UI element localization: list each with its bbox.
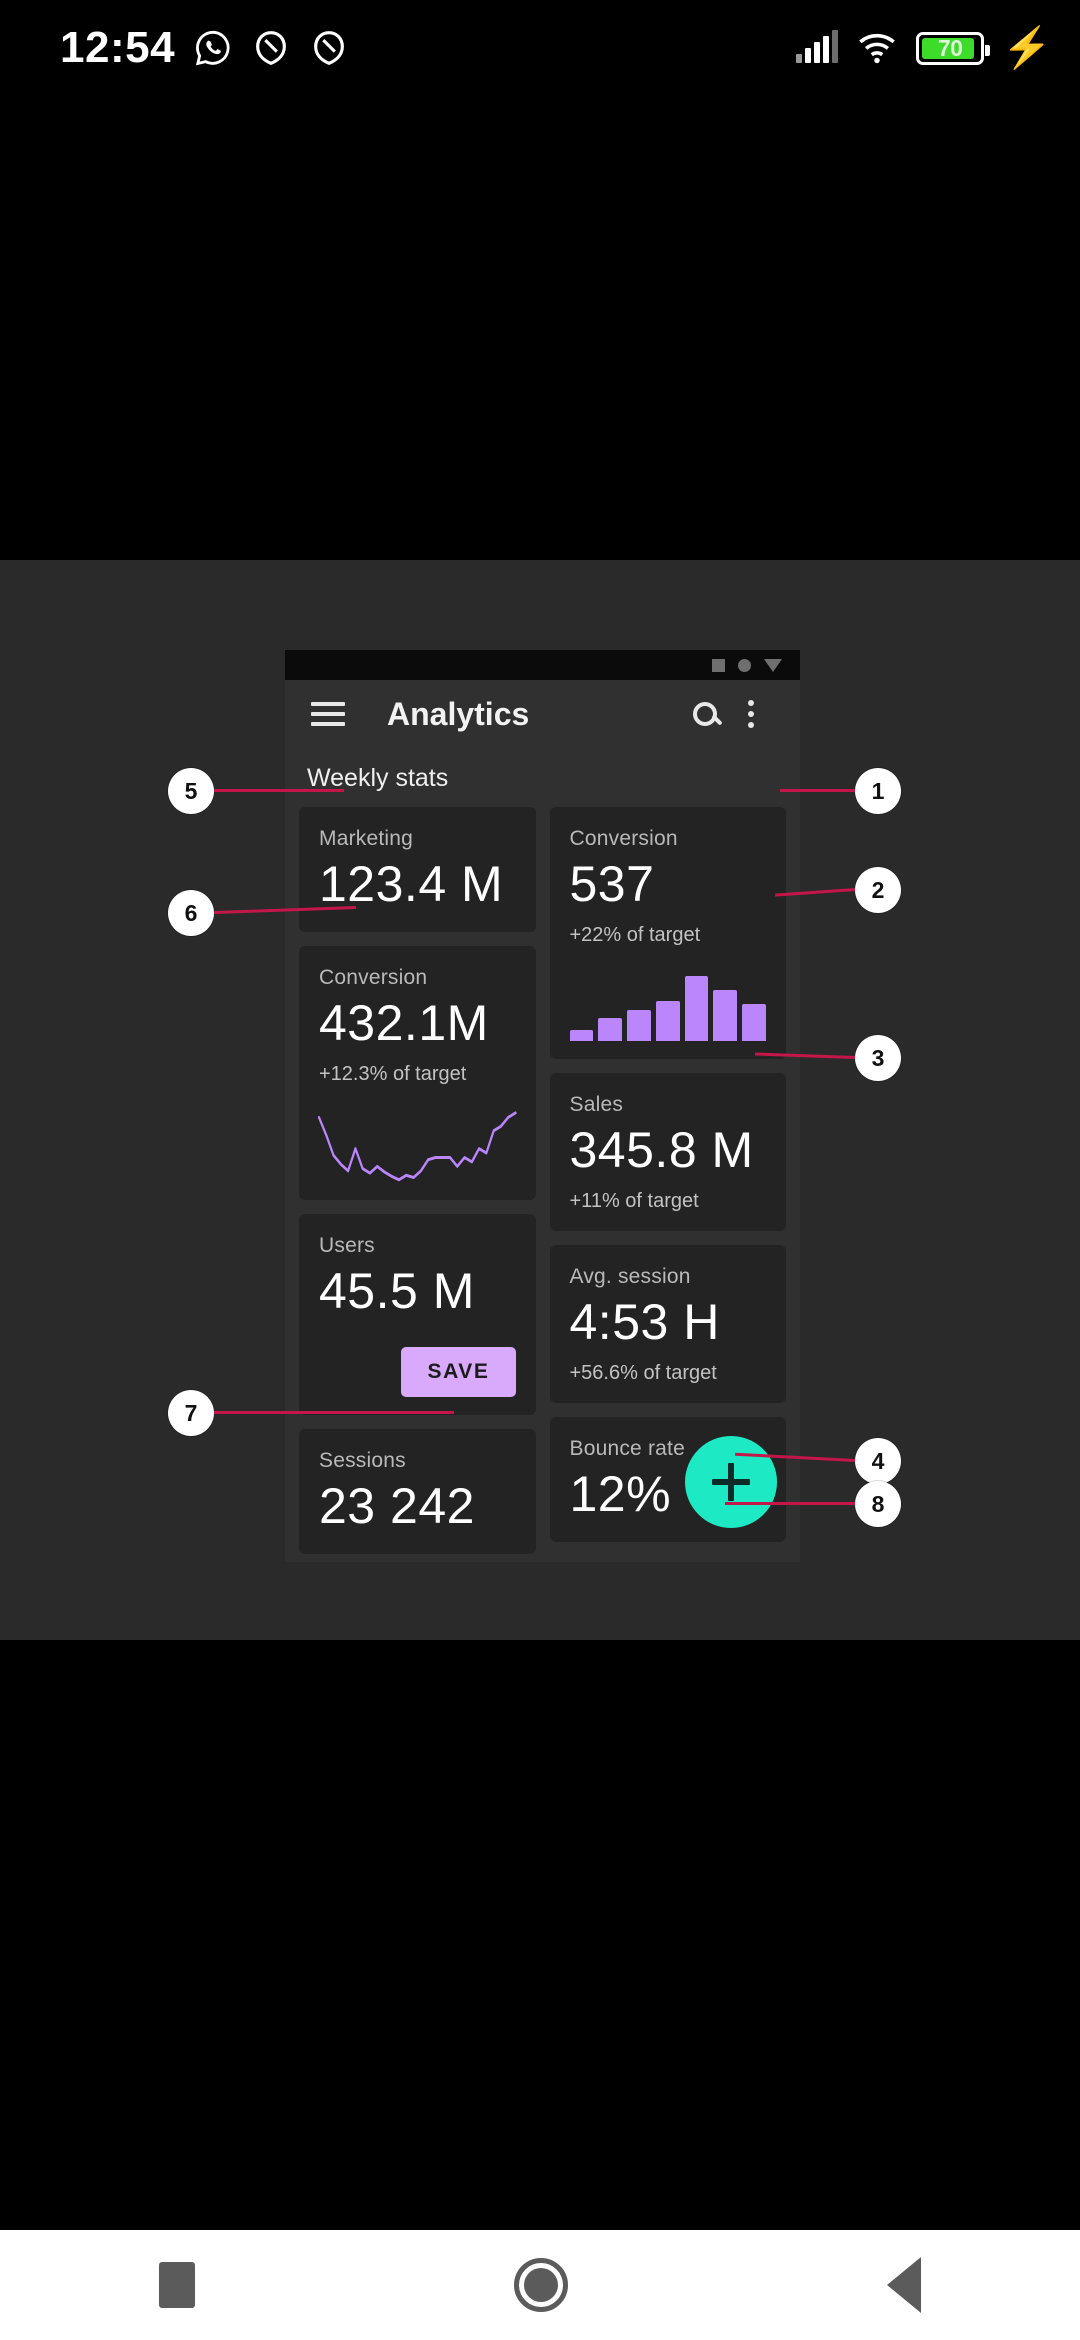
- stat-card-sessions[interactable]: Sessions 23 242: [299, 1429, 536, 1554]
- bar-segment: [655, 1000, 680, 1041]
- app-bar: Analytics: [285, 680, 800, 748]
- square-recents-icon[interactable]: [159, 2262, 196, 2308]
- stat-card-marketing[interactable]: Marketing 123.4 M: [299, 807, 536, 932]
- battery-percent: 70: [937, 34, 963, 61]
- callout-5: 5: [168, 768, 344, 814]
- system-status-bar: 12:54 70 ⚡: [0, 0, 1080, 96]
- bar-segment: [742, 1004, 766, 1041]
- stat-card-conversion-bars[interactable]: Conversion 537 +22% of target: [549, 807, 786, 1059]
- card-label: Sales: [569, 1093, 624, 1116]
- mock-status-bar: [285, 650, 800, 680]
- bar-segment: [569, 1030, 594, 1041]
- status-bar-right: 70 ⚡: [796, 28, 1052, 68]
- plus-icon: [712, 1463, 750, 1501]
- card-value: 45.5 M: [319, 1263, 475, 1319]
- card-label: Sessions: [319, 1449, 406, 1472]
- stat-card-conversion[interactable]: Conversion 432.1M +12.3% of target: [299, 946, 536, 1200]
- card-label: Users: [319, 1234, 375, 1257]
- square-icon: [712, 658, 725, 672]
- search-icon[interactable]: [682, 691, 728, 737]
- card-value: 23 242: [319, 1478, 475, 1534]
- page-title: Analytics: [387, 695, 530, 732]
- card-value: 4:53 H: [569, 1294, 720, 1350]
- bar-segment: [627, 1010, 651, 1041]
- callout-number: 5: [168, 768, 214, 814]
- callout-1: 1: [780, 768, 901, 814]
- triangle-back-icon[interactable]: [886, 2257, 921, 2313]
- add-fab-button[interactable]: [685, 1436, 777, 1528]
- card-subtext: +56.6% of target: [569, 1362, 717, 1384]
- callout-number: 8: [855, 1481, 901, 1527]
- section-title: Weekly stats: [285, 748, 800, 807]
- dnd-icon: [314, 31, 344, 66]
- callout-number: 1: [855, 768, 901, 814]
- callout-7: 7: [168, 1390, 454, 1436]
- callout-number: 2: [855, 867, 901, 913]
- callout-2: 2: [775, 867, 901, 913]
- save-button[interactable]: SAVE: [401, 1347, 516, 1397]
- card-label: Conversion: [319, 966, 428, 989]
- circle-icon: [738, 658, 751, 672]
- callout-6: 6: [168, 890, 356, 936]
- callout-number: 6: [168, 890, 214, 936]
- card-subtext: +12.3% of target: [319, 1063, 467, 1085]
- wifi-icon: [859, 33, 896, 64]
- card-value: 123.4 M: [319, 856, 504, 912]
- circle-home-icon[interactable]: [513, 2258, 568, 2312]
- cellular-signal-icon: [796, 30, 839, 63]
- card-value: 537: [569, 856, 655, 912]
- card-value: 432.1M: [319, 995, 489, 1051]
- callout-number: 4: [855, 1438, 901, 1484]
- app-screenshot-mock: Analytics Weekly stats Marketing 123.4 M…: [285, 650, 800, 1562]
- bar-segment: [713, 989, 738, 1041]
- status-clock: 12:54: [60, 23, 176, 72]
- triangle-down-icon: [764, 658, 782, 672]
- whatsapp-icon: [195, 30, 230, 66]
- more-vertical-icon[interactable]: [728, 691, 774, 737]
- stat-card-avg-session[interactable]: Avg. session 4:53 H +56.6% of target: [549, 1245, 786, 1403]
- card-value: 345.8 M: [569, 1122, 754, 1178]
- card-subtext: +11% of target: [569, 1190, 699, 1212]
- bar-sparkline-chart: [569, 969, 767, 1041]
- card-subtext: +22% of target: [569, 924, 701, 946]
- callout-3: 3: [755, 1035, 901, 1081]
- status-bar-left: 12:54: [60, 23, 349, 73]
- hamburger-menu-icon[interactable]: [311, 702, 345, 726]
- stat-card-users[interactable]: Users 45.5 M SAVE: [299, 1214, 536, 1415]
- stat-card-sales[interactable]: Sales 345.8 M +11% of target: [549, 1073, 786, 1231]
- callout-number: 3: [855, 1035, 901, 1081]
- card-label: Marketing: [319, 827, 414, 850]
- callout-8: 8: [725, 1481, 901, 1527]
- callout-4: 4: [735, 1438, 901, 1484]
- line-sparkline-chart: [317, 1104, 517, 1182]
- card-label: Avg. session: [569, 1265, 691, 1288]
- screen-root: 12:54 70 ⚡ Analytics Weekly stats Market…: [0, 0, 1080, 2340]
- bar-segment: [684, 976, 709, 1041]
- battery-icon: 70: [916, 31, 991, 65]
- line-chart-svg: [317, 1111, 517, 1182]
- card-label: Conversion: [569, 827, 678, 850]
- callout-number: 7: [168, 1390, 214, 1436]
- bar-segment: [598, 1017, 623, 1041]
- stats-column-left: Marketing 123.4 M Conversion 432.1M +12.…: [299, 807, 536, 1554]
- lightning-bolt-icon: ⚡: [1002, 26, 1052, 70]
- dnd-icon: [256, 31, 286, 66]
- system-navigation-bar: [0, 2230, 1080, 2340]
